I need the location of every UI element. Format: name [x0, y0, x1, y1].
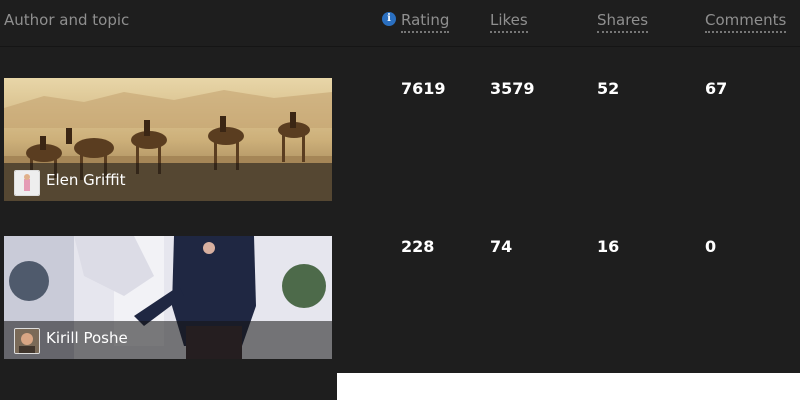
- rating-value: 7619: [401, 79, 446, 98]
- shares-value: 52: [597, 79, 620, 98]
- topic-caption: Kirill Poshe: [4, 321, 332, 359]
- blank-panel: [337, 373, 800, 400]
- author-topic-header: Author and topic: [4, 11, 130, 29]
- topic-image-couple[interactable]: Kirill Poshe: [4, 236, 332, 359]
- likes-value: 3579: [490, 79, 535, 98]
- likes-value: 74: [490, 237, 513, 256]
- shares-header[interactable]: Shares: [597, 10, 649, 33]
- shares-value: 16: [597, 237, 620, 256]
- table-header: Author and topic i Rating Likes Shares C…: [0, 0, 800, 47]
- comments-value: 67: [705, 79, 728, 98]
- topic-caption: Elen Griffit: [4, 163, 332, 201]
- avatar: [14, 328, 40, 354]
- rating-header[interactable]: Rating: [401, 10, 450, 33]
- author-name[interactable]: Kirill Poshe: [46, 329, 128, 347]
- author-name[interactable]: Elen Griffit: [46, 171, 126, 189]
- avatar: [14, 170, 40, 196]
- topic-image-desert[interactable]: Elen Griffit: [4, 78, 332, 201]
- rating-value: 228: [401, 237, 435, 256]
- info-icon[interactable]: i: [382, 12, 396, 26]
- comments-value: 0: [705, 237, 717, 256]
- likes-header[interactable]: Likes: [490, 10, 528, 33]
- comments-header[interactable]: Comments: [705, 10, 787, 33]
